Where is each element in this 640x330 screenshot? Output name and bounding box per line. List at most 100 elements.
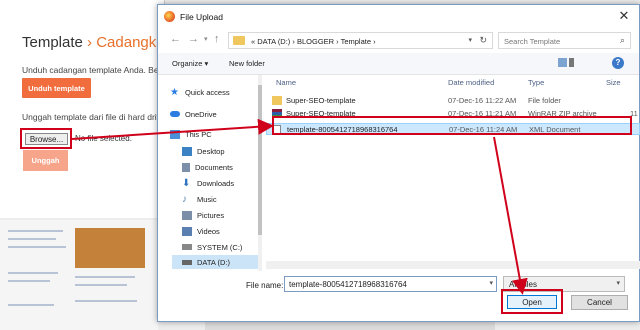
dialog-titlebar: File Upload ✕ (158, 5, 639, 27)
blog-preview-thumbnail (0, 220, 158, 330)
pictures-icon (182, 210, 192, 220)
preview-line (8, 280, 50, 282)
backup-description: Unduh cadangan template Anda. Be (22, 65, 159, 75)
chevron-down-icon[interactable]: ▾ (489, 279, 493, 287)
title-template: Template (22, 34, 83, 51)
preview-line (8, 230, 63, 232)
new-folder-button[interactable]: New folder (229, 59, 265, 68)
help-icon[interactable]: ? (612, 57, 624, 69)
chevron-down-icon[interactable]: ▾ (616, 279, 620, 287)
nav-pane-scrollbar[interactable] (258, 75, 262, 271)
preview-line (8, 304, 54, 306)
search-box[interactable]: Search Template ⌕ (498, 32, 631, 49)
drive-icon (182, 259, 192, 265)
browse-highlight-box: Browse... (20, 128, 72, 149)
dialog-title: File Upload (180, 12, 223, 22)
recent-dropdown-icon[interactable]: ▾ (204, 35, 208, 43)
nav-label: Downloads (197, 178, 235, 188)
file-name-label: File name: (246, 281, 284, 290)
cloud-icon (170, 111, 180, 117)
nav-item-this-pc[interactable]: This PC (170, 127, 212, 141)
title-separator: › (87, 34, 93, 51)
download-template-button[interactable]: Unduh template (22, 78, 91, 98)
nav-item-pictures[interactable]: Pictures (182, 208, 224, 222)
nav-item-system-c[interactable]: SYSTEM (C:) (182, 240, 242, 254)
view-options-icon[interactable] (558, 58, 588, 69)
nav-label: Documents (195, 162, 233, 172)
open-button[interactable]: Open (507, 295, 557, 309)
nav-label: Music (197, 194, 217, 204)
address-path: « DATA (D:) › BLOGGER › Template › (251, 37, 376, 46)
preview-line (8, 238, 56, 240)
no-file-label: No file selected. (75, 134, 132, 143)
preview-line (8, 246, 66, 248)
dialog-toolbar: Organize ▾ New folder ? (158, 53, 639, 75)
file-row[interactable]: Super-SEO-template 07-Dec-16 11:22 AM Fi… (266, 95, 640, 107)
nav-item-downloads[interactable]: ⬇ Downloads (182, 176, 234, 190)
file-list-scrollbar[interactable] (266, 261, 640, 269)
nav-label: Pictures (197, 210, 225, 220)
close-icon[interactable]: ✕ (617, 8, 631, 24)
nav-label: OneDrive (185, 109, 217, 119)
column-header-name[interactable]: Name (276, 75, 296, 91)
nav-label: This PC (185, 129, 212, 139)
preview-line (75, 276, 135, 278)
back-arrow-icon[interactable]: ← (170, 33, 181, 45)
backup-panel: Template › Cadangkan Unduh cadangan temp… (0, 0, 173, 218)
navigation-pane: ★ Quick access OneDrive This PC Desktop … (158, 75, 263, 271)
file-type: File folder (528, 96, 561, 105)
preview-line (75, 284, 127, 286)
file-name: Super-SEO-template (286, 96, 356, 105)
nav-item-music[interactable]: ♪ Music (182, 192, 217, 206)
page-title: Template › Cadangkan (22, 34, 173, 51)
open-highlight-box: Open (501, 289, 563, 314)
browse-button[interactable]: Browse... (25, 133, 68, 145)
upload-button[interactable]: Unggah (23, 150, 68, 171)
file-date: 07-Dec-16 11:22 AM (448, 96, 517, 105)
up-arrow-icon[interactable]: ↑ (214, 33, 220, 45)
nav-item-documents[interactable]: Documents (182, 160, 233, 174)
nav-item-onedrive[interactable]: OneDrive (170, 107, 217, 121)
cancel-button[interactable]: Cancel (571, 295, 628, 310)
file-list: Name Date modified Type Size Super-SEO-t… (266, 75, 640, 271)
folder-icon (272, 96, 282, 105)
music-icon: ♪ (182, 193, 187, 205)
file-highlight-box (272, 116, 632, 135)
refresh-icon[interactable]: ↻ (479, 35, 487, 46)
preview-image (75, 228, 145, 268)
documents-icon (182, 162, 190, 172)
nav-label: Videos (197, 226, 220, 236)
file-name-field[interactable]: template-8005412718968316764 ▾ (284, 276, 497, 292)
navigation-bar: ← → ▾ ↑ « DATA (D:) › BLOGGER › Template… (158, 27, 639, 53)
nav-item-videos[interactable]: Videos (182, 224, 220, 238)
search-input[interactable]: Search Template (504, 37, 560, 46)
preview-line (75, 300, 137, 302)
chevron-down-icon[interactable]: ▾ (468, 36, 472, 44)
nav-item-quick-access[interactable]: ★ Quick access (170, 85, 230, 99)
downloads-icon: ⬇ (182, 177, 191, 189)
drive-icon (182, 244, 192, 250)
preview-line (8, 272, 58, 274)
computer-icon (170, 129, 180, 139)
firefox-icon (164, 11, 175, 22)
search-icon[interactable]: ⌕ (620, 35, 625, 46)
nav-label: DATA (D:) (197, 257, 231, 267)
nav-label: SYSTEM (C:) (197, 242, 243, 252)
organize-menu[interactable]: Organize ▾ (172, 59, 208, 68)
column-header-type[interactable]: Type (528, 75, 544, 91)
upload-description: Unggah template dari file di hard driv (22, 112, 161, 122)
videos-icon (182, 226, 192, 236)
nav-item-data-d[interactable]: DATA (D:) (172, 255, 258, 269)
forward-arrow-icon[interactable]: → (188, 33, 199, 45)
desktop-icon (182, 146, 192, 156)
nav-item-desktop[interactable]: Desktop (182, 144, 225, 158)
star-icon: ★ (170, 86, 179, 98)
file-upload-dialog: File Upload ✕ ← → ▾ ↑ « DATA (D:) › BLOG… (157, 4, 640, 322)
column-header-size[interactable]: Size (606, 75, 621, 91)
folder-icon (233, 36, 245, 45)
address-bar[interactable]: « DATA (D:) › BLOGGER › Template › ▾ ↻ (228, 32, 493, 49)
file-type-value: All Files (509, 280, 538, 289)
nav-label: Desktop (197, 146, 225, 156)
column-header-date[interactable]: Date modified (448, 75, 494, 91)
file-name-value: template-8005412718968316764 (289, 280, 407, 289)
